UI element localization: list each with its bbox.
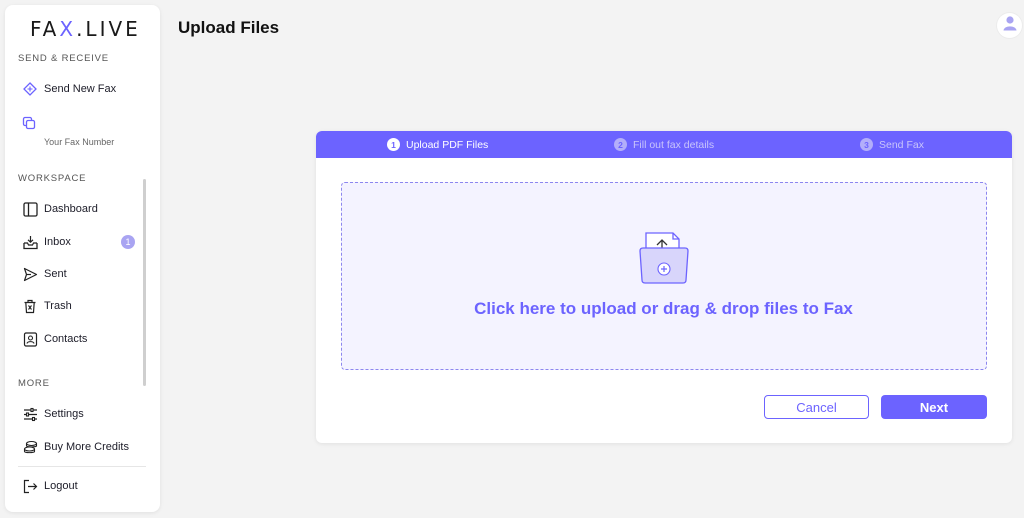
wizard-steps: 1 Upload PDF Files 2 Fill out fax detail… <box>316 131 1012 158</box>
sidebar-item-label: Inbox <box>44 236 71 248</box>
user-avatar-button[interactable] <box>997 13 1022 38</box>
sidebar-item-inbox[interactable]: Inbox <box>22 231 71 253</box>
sidebar-item-label: Logout <box>44 480 78 492</box>
wizard-step-3: 3 Send Fax <box>860 131 924 158</box>
step-number: 3 <box>860 138 873 151</box>
send-arrow-icon <box>22 266 38 282</box>
contact-card-icon <box>22 331 38 347</box>
sidebar-item-label: Buy More Credits <box>44 441 129 453</box>
copy-icon <box>22 116 38 132</box>
cancel-button[interactable]: Cancel <box>764 395 869 419</box>
sidebar-item-fax-number[interactable]: Your Fax Number <box>22 116 152 147</box>
sidebar-item-dashboard[interactable]: Dashboard <box>22 198 98 220</box>
section-label-send-receive: SEND & RECEIVE <box>18 53 109 64</box>
dropzone-instructions: Click here to upload or drag & drop file… <box>474 299 853 318</box>
fax-number-label: Your Fax Number <box>44 137 115 147</box>
sidebar-item-buy-credits[interactable]: Buy More Credits <box>22 436 129 458</box>
sidebar: FAX.LIVE SEND & RECEIVE Send New Fax You… <box>5 5 160 512</box>
page-title: Upload Files <box>178 18 280 37</box>
sidebar-item-trash[interactable]: Trash <box>22 295 72 317</box>
sidebar-item-sent[interactable]: Sent <box>22 263 67 285</box>
sidebar-item-label: Trash <box>44 300 72 312</box>
sidebar-item-label: Dashboard <box>44 203 98 215</box>
sliders-icon <box>22 406 38 422</box>
step-number: 1 <box>387 138 400 151</box>
inbox-tray-icon <box>22 234 38 250</box>
inbox-count-badge: 1 <box>121 235 135 249</box>
trash-icon <box>22 298 38 314</box>
step-label: Upload PDF Files <box>406 138 489 151</box>
next-button[interactable]: Next <box>881 395 987 419</box>
folder-upload-icon <box>638 231 690 285</box>
sidebar-item-label: Contacts <box>44 333 88 345</box>
step-number: 2 <box>614 138 627 151</box>
sidebar-item-settings[interactable]: Settings <box>22 403 84 425</box>
file-dropzone[interactable]: Click here to upload or drag & drop file… <box>341 182 987 370</box>
sidebar-item-logout[interactable]: Logout <box>22 475 78 497</box>
app-logo[interactable]: FAX.LIVE <box>30 17 141 41</box>
sidebar-item-label: Settings <box>44 408 84 420</box>
user-avatar-icon <box>1001 14 1019 37</box>
step-label: Fill out fax details <box>633 138 715 151</box>
wizard-step-1: 1 Upload PDF Files <box>387 131 488 158</box>
sidebar-item-label: Sent <box>44 268 67 280</box>
wizard-step-2: 2 Fill out fax details <box>614 131 714 158</box>
coins-icon <box>22 439 38 455</box>
logout-icon <box>22 478 38 494</box>
sidebar-divider <box>18 466 146 467</box>
sidebar-item-label: Send New Fax <box>44 83 117 95</box>
layout-panel-icon <box>22 201 38 217</box>
sidebar-item-contacts[interactable]: Contacts <box>22 328 87 350</box>
upload-card: 1 Upload PDF Files 2 Fill out fax detail… <box>316 131 1012 443</box>
section-label-more: MORE <box>18 378 50 389</box>
diamond-sign-icon <box>22 81 38 97</box>
sidebar-item-send-new-fax[interactable]: Send New Fax <box>22 78 116 100</box>
step-label: Send Fax <box>879 138 924 151</box>
section-label-workspace: WORKSPACE <box>18 173 87 184</box>
sidebar-scrollbar[interactable] <box>143 179 146 386</box>
